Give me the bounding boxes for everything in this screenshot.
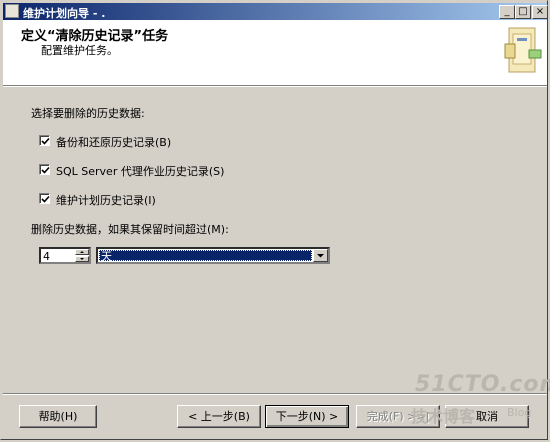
- help-button[interactable]: 帮助(H): [19, 405, 97, 428]
- history-section-label: 选择要删除的历史数据:: [31, 107, 145, 120]
- minimize-button[interactable]: _: [499, 5, 515, 19]
- arrow-down-icon: [80, 258, 84, 260]
- header-divider: [3, 85, 547, 87]
- retention-unit-value: 天: [99, 250, 312, 262]
- wizard-window: 维护计划向导 - . _ □ × 定义“清除历史记录”任务 配置维护任务。 选择…: [0, 0, 550, 440]
- next-button[interactable]: 下一步(N) >: [265, 405, 349, 428]
- retention-label: 删除历史数据，如果其保留时间超过(M):: [31, 223, 229, 236]
- retention-unit-select[interactable]: 天: [96, 247, 330, 264]
- back-button[interactable]: < 上一步(B): [177, 405, 261, 428]
- maintenance-plan-checkbox[interactable]: [39, 193, 50, 204]
- cancel-button[interactable]: 取消: [445, 405, 529, 428]
- agent-job-checkbox[interactable]: [39, 164, 50, 175]
- page-subtitle: 配置维护任务。: [41, 44, 118, 57]
- wizard-graphic-icon: [504, 27, 542, 73]
- retention-value-stepper[interactable]: 4: [39, 247, 91, 264]
- stepper-down-button[interactable]: [75, 256, 89, 262]
- app-icon: [5, 4, 19, 18]
- wizard-header: 定义“清除历史记录”任务 配置维护任务。: [3, 20, 547, 86]
- chevron-down-icon: [317, 254, 324, 258]
- checkmark-icon: [41, 195, 50, 203]
- checkmark-icon: [41, 137, 50, 145]
- window-title: 维护计划向导 - .: [23, 7, 106, 20]
- stepper-up-button[interactable]: [75, 249, 89, 255]
- dropdown-button[interactable]: [313, 249, 328, 262]
- checkmark-icon: [41, 166, 50, 174]
- backup-restore-label: 备份和还原历史记录(B): [56, 136, 172, 149]
- maximize-button[interactable]: □: [515, 5, 531, 19]
- arrow-up-icon: [80, 251, 84, 253]
- title-bar[interactable]: 维护计划向导 - . _ □ ×: [3, 3, 548, 20]
- backup-restore-checkbox[interactable]: [39, 135, 50, 146]
- close-button[interactable]: ×: [532, 5, 548, 19]
- footer-divider: [3, 393, 547, 395]
- maintenance-plan-label: 维护计划历史记录(I): [56, 194, 156, 207]
- retention-value[interactable]: 4: [43, 250, 50, 263]
- agent-job-label: SQL Server 代理作业历史记录(S): [56, 165, 225, 178]
- finish-button[interactable]: 完成(F) >>|: [356, 405, 440, 428]
